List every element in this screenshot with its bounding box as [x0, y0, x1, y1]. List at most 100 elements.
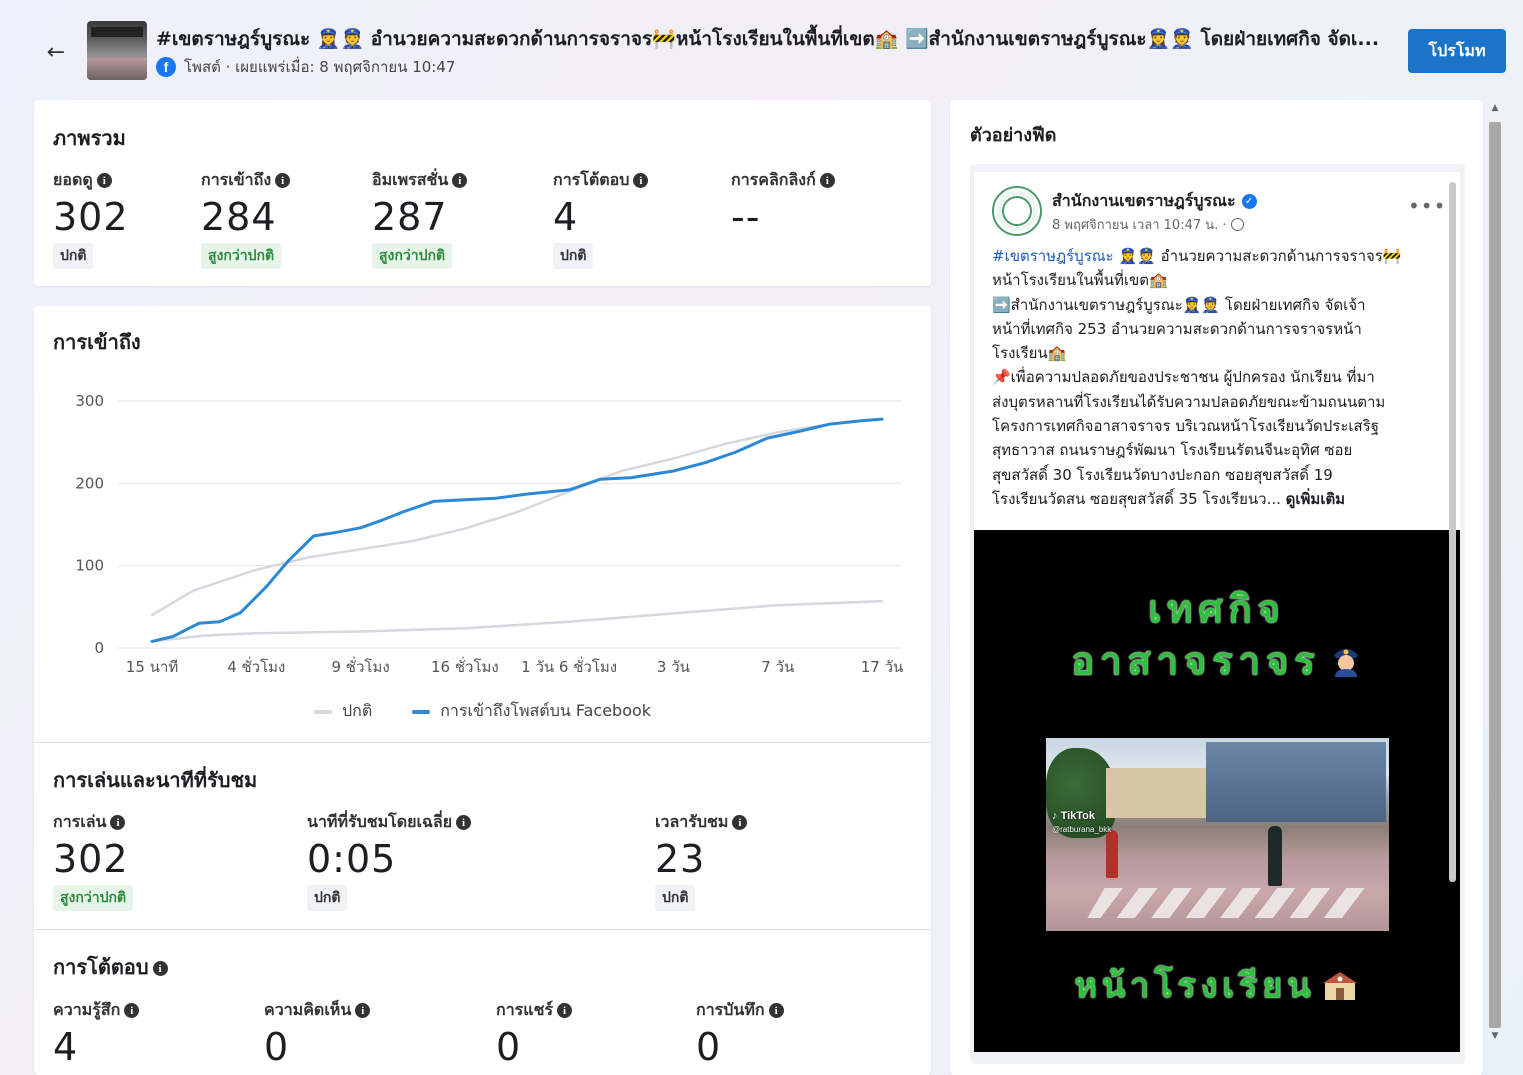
overview-title: ภาพรวม	[53, 126, 126, 150]
y-tick-label: 0	[94, 639, 104, 657]
metric-label: การเข้าถึง	[201, 170, 272, 189]
hashtag-link[interactable]: #เขตราษฎร์บูรณะ	[992, 247, 1114, 265]
metric-impressions: อิมเพรสชั่น i 287 สูงกว่าปกติ	[372, 168, 468, 269]
x-tick-label: 7 วัน	[761, 658, 794, 676]
metric-value: 4	[553, 195, 579, 239]
page-name-text: สำนักงานเขตราษฎร์บูรณะ	[1052, 191, 1236, 210]
page-name[interactable]: สำนักงานเขตราษฎร์บูรณะ ✓	[1052, 189, 1257, 214]
tiktok-brand: TikTok	[1060, 810, 1095, 822]
series-line-reach[interactable]	[150, 417, 884, 643]
metric-value: 0	[496, 1025, 522, 1069]
metric-label: การโต้ตอบ	[553, 170, 630, 189]
metric-value: 4	[53, 1025, 79, 1069]
info-icon[interactable]: i	[557, 1003, 573, 1018]
tiktok-handle: @ratburana_bkk	[1052, 825, 1112, 835]
metric-value: 23	[655, 837, 706, 881]
divider	[34, 929, 931, 930]
post-line-text: 👮‍♀️👮 อำนวยความสะดวกด้านการจราจร🚧	[1113, 247, 1402, 265]
metric-label: การคลิกลิงก์	[731, 170, 816, 189]
video-caption-2: อาสาจราจร	[974, 630, 1460, 691]
post-header: ← #เขตราษฎร์บูรณะ 👮‍♀️👮 อำนวยความสะดวกด้…	[0, 0, 1523, 100]
engagement-title: การโต้ตอบ i	[53, 951, 168, 983]
info-icon[interactable]: i	[768, 1003, 784, 1018]
promote-button[interactable]: โปรโมท	[1408, 29, 1506, 73]
video-caption-3: หน้าโรงเรียน	[974, 958, 1460, 1012]
post-meta-text: โพสต์ · เผยแพร่เมื่อ: 8 พฤศจิกายน 10:47	[184, 58, 456, 76]
info-icon[interactable]: i	[124, 1003, 140, 1018]
x-tick-label: 4 ชั่วโมง	[227, 656, 285, 676]
video-frame: ♪ TikTok @ratburana_bkk	[1046, 738, 1389, 931]
info-icon[interactable]: i	[456, 815, 472, 830]
info-icon[interactable]: i	[275, 173, 291, 188]
legend-label: ปกติ	[342, 701, 373, 720]
post-line: หน้าโรงเรียนในพื้นที่เขต🏫	[992, 271, 1168, 290]
post-line-text: โรงเรียนวัดสน ซอยสุขสวัสดิ์ 35 โรงเรียนว…	[992, 489, 1281, 508]
info-icon[interactable]: i	[110, 815, 126, 830]
info-icon[interactable]: i	[732, 815, 748, 830]
post-line: #เขตราษฎร์บูรณะ 👮‍♀️👮 อำนวยความสะดวกด้าน…	[992, 244, 1444, 268]
scroll-down-icon[interactable]: ▼	[1489, 1030, 1501, 1042]
post-line: โรงเรียนวัดสน ซอยสุขสวัสดิ์ 35 โรงเรียนว…	[992, 487, 1444, 511]
metric-value: 302	[53, 195, 129, 239]
metric-label: ความคิดเห็น	[264, 1000, 352, 1019]
metric-plays: การเล่น i 302 สูงกว่าปกติ	[53, 810, 134, 911]
status-badge: ปกติ	[655, 885, 696, 911]
metric-label: ยอดดู	[53, 170, 93, 189]
feed-preview-frame[interactable]: สำนักงานเขตราษฎร์บูรณะ ✓ 8 พฤศจิกายน เวล…	[970, 164, 1465, 1064]
metric-value: 284	[201, 195, 277, 239]
metric-value: 0:05	[307, 837, 397, 881]
legend-swatch	[314, 709, 332, 714]
x-tick-label: 1 วัน 6 ชั่วโมง	[521, 656, 617, 676]
metric-saves: การบันทึก i 0	[696, 998, 784, 1069]
reach-card: การเข้าถึง 0 100 200 300 15 นาที 4 ชั่วโมง 9 ช…	[34, 306, 931, 1075]
divider	[34, 742, 931, 743]
see-more-link[interactable]: ดูเพิ่มเติม	[1286, 490, 1345, 508]
info-icon[interactable]: i	[355, 1003, 371, 1018]
post-title: #เขตราษฎร์บูรณะ 👮‍♀️👮 อำนวยความสะดวกด้าน…	[156, 28, 1380, 50]
x-tick-label: 9 ชั่วโมง	[331, 656, 389, 676]
post-line: โครงการเทศกิจอาสาจราจร บริเวณหน้าโรงเรีย…	[992, 417, 1380, 436]
info-icon[interactable]: i	[633, 173, 649, 188]
metric-value: --	[731, 195, 761, 239]
metric-value: 287	[372, 195, 448, 239]
info-icon[interactable]: i	[96, 173, 112, 188]
legend-label: การเข้าถึงโพสต์บน Facebook	[440, 701, 652, 720]
scroll-thumb[interactable]	[1489, 122, 1501, 1028]
metric-reach: การเข้าถึง i 284 สูงกว่าปกติ	[201, 168, 291, 269]
series-line-normal[interactable]	[150, 417, 884, 617]
globe-icon	[1230, 218, 1244, 231]
status-badge: ปกติ	[307, 885, 348, 911]
info-icon[interactable]: i	[819, 173, 835, 188]
legend-swatch	[412, 709, 431, 714]
police-officer-icon	[1333, 648, 1358, 677]
y-tick-label: 200	[75, 474, 104, 492]
metric-label: การเล่น	[53, 812, 107, 831]
facebook-icon: f	[156, 57, 176, 77]
legend-item-reach[interactable]: การเข้าถึงโพสต์บน Facebook	[412, 699, 651, 724]
page-scrollbar[interactable]: ▲ ▼	[1486, 102, 1504, 1042]
playback-title: การเล่นและนาทีที่รับชม	[53, 768, 258, 792]
chart-legend: ปกติ การเข้าถึงโพสต์บน Facebook	[314, 699, 651, 724]
post-thumbnail	[87, 21, 147, 80]
page-avatar[interactable]	[992, 186, 1042, 236]
metric-label: อิมเพรสชั่น	[372, 170, 449, 189]
post-line: สุขสวัสดิ์ 30 โรงเรียนวัดบางปะกอก ซอยสุข…	[992, 465, 1333, 484]
back-arrow-icon[interactable]: ←	[40, 36, 72, 68]
scroll-up-icon[interactable]: ▲	[1489, 102, 1501, 114]
more-options-icon[interactable]: •••	[1408, 194, 1446, 218]
metric-value: 302	[53, 837, 129, 881]
metric-link-clicks: การคลิกลิงก์ i --	[731, 168, 835, 239]
metric-reactions: ความรู้สึก i 4	[53, 998, 140, 1069]
metric-engagement: การโต้ตอบ i 4 ปกติ	[553, 168, 649, 269]
metric-label: เวลารับชม	[655, 812, 729, 831]
video-player[interactable]: เทศกิจ อาสาจราจร ♪ TikTok @ratburana_bkk …	[974, 530, 1460, 1052]
metric-label: ความรู้สึก	[53, 1000, 121, 1019]
info-icon[interactable]: i	[452, 173, 468, 188]
legend-item-normal[interactable]: ปกติ	[314, 699, 372, 724]
preview-scrollbar[interactable]	[1449, 178, 1457, 882]
series-line-normal[interactable]	[150, 599, 884, 643]
overview-card: ภาพรวม ยอดดู i 302 ปกติ การเข้าถึง i 284 ส…	[34, 100, 931, 286]
y-tick-label: 300	[75, 392, 104, 410]
status-badge: ปกติ	[553, 243, 594, 269]
info-icon[interactable]: i	[152, 961, 168, 976]
